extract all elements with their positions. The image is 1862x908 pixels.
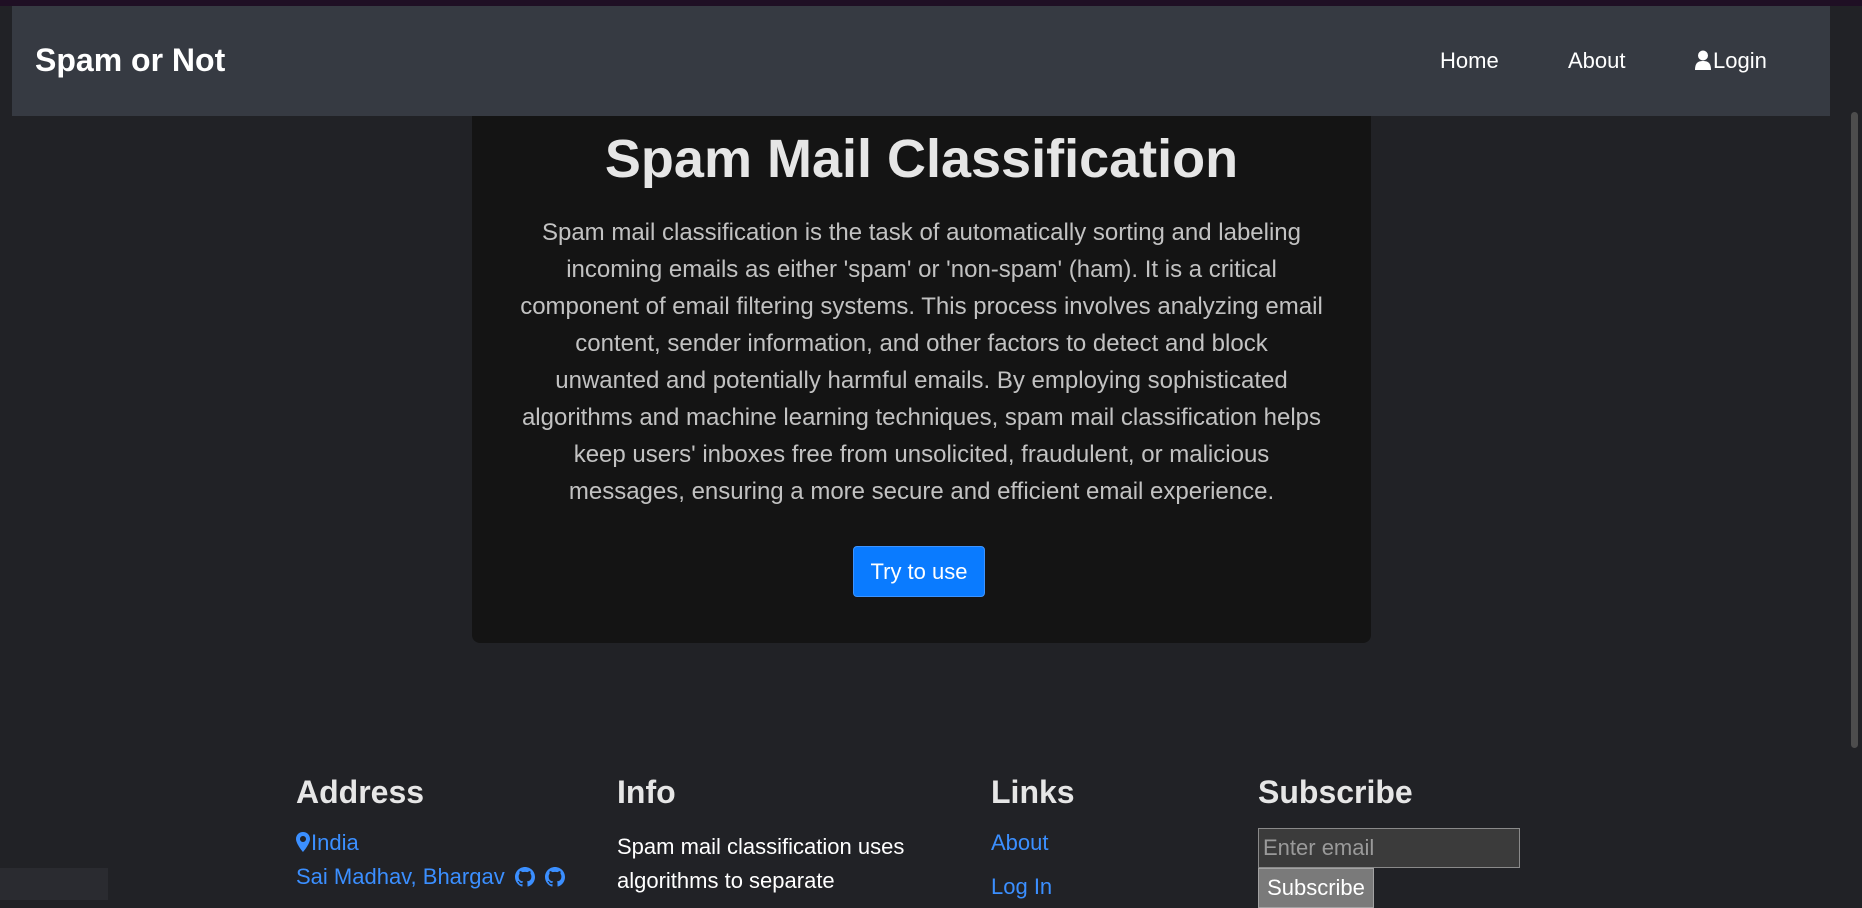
user-icon [1695,50,1711,76]
try-to-use-button[interactable]: Try to use [853,546,985,597]
subscribe-button[interactable]: Subscribe [1258,868,1374,908]
info-text: Spam mail classification uses algorithms… [617,834,905,893]
hero-description: Spam mail classification is the task of … [520,219,1323,505]
location-label: India [311,830,359,855]
footer-address-section: Address India Sai Madhav, Bhargav [296,774,565,889]
info-heading: Info [617,774,676,810]
navbar: Spam or Not Home About Login [12,6,1830,116]
footer-links-section: Links About Log In [991,774,1075,899]
footer-about-link[interactable]: About [991,830,1049,856]
hero-card: Spam Mail Classification Spam mail class… [472,116,1371,643]
brand-logo[interactable]: Spam or Not [35,42,225,79]
footer-subscribe-section: Subscribe Subscribe [1258,774,1520,908]
footer-login-link[interactable]: Log In [991,874,1052,900]
nav-home-link[interactable]: Home [1440,48,1499,74]
hero-title: Spam Mail Classification [604,129,1239,189]
email-input[interactable] [1258,828,1520,868]
nav-about-link[interactable]: About [1568,48,1626,74]
map-pin-icon [296,832,310,858]
bottom-left-overlay [0,868,108,900]
links-heading: Links [991,774,1075,810]
nav-login-link[interactable]: Login [1695,48,1767,76]
address-heading: Address [296,774,425,810]
nav-login-label: Login [1713,48,1767,73]
footer-info-section: Info Spam mail classification uses algor… [617,774,907,893]
authors-line: Sai Madhav, Bhargav [296,864,565,893]
authors-label: Sai Madhav, Bhargav [296,864,505,889]
subscribe-heading: Subscribe [1258,774,1413,810]
location-link[interactable]: India [296,830,359,858]
github-icon[interactable] [514,867,535,893]
github-icon[interactable] [544,867,565,893]
scrollbar-thumb[interactable] [1851,112,1858,748]
